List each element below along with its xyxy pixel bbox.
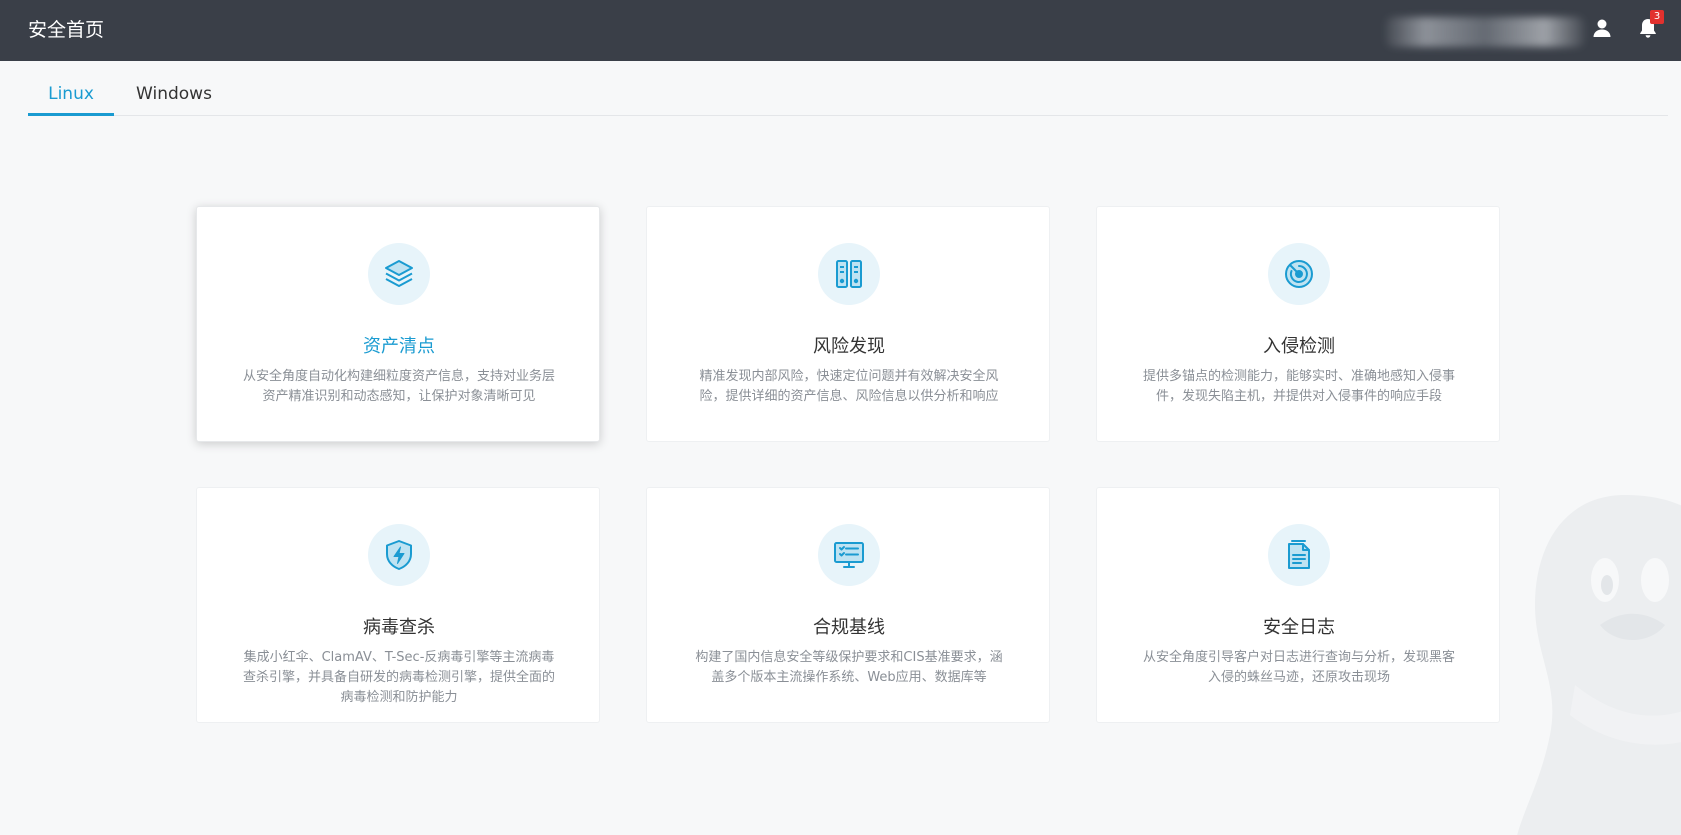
layers-icon	[385, 260, 413, 287]
page-title: 安全首页	[28, 19, 105, 41]
card-title: 风险发现	[813, 336, 885, 357]
tab-windows[interactable]: Windows	[124, 84, 224, 116]
os-tabs: Linux Windows	[28, 74, 1668, 116]
penguin-watermark	[1517, 495, 1681, 835]
card-description: 构建了国内信息安全等级保护要求和CIS基准要求，涵盖多个版本主流操作系统、Web…	[695, 650, 1003, 685]
user-icon[interactable]	[1590, 16, 1614, 40]
card-description: 提供多锚点的检测能力，能够实时、准确地感知入侵事件，发现失陷主机，并提供对入侵事…	[1142, 369, 1455, 404]
top-bar: 安全首页 3	[0, 0, 1681, 61]
card-description: 精准发现内部风险，快速定位问题并有效解决安全风险，提供详细的资产信息、风险信息以…	[699, 369, 999, 404]
radar-icon	[1285, 260, 1313, 288]
card-icon-badge	[1268, 243, 1330, 305]
card-title: 资产清点	[363, 336, 435, 357]
user-name-blurred[interactable]	[1385, 17, 1585, 47]
card-icon-badge	[368, 524, 430, 586]
card-risk-discovery[interactable]: 风险发现 精准发现内部风险，快速定位问题并有效解决安全风险，提供详细的资产信息、…	[646, 206, 1050, 442]
card-description: 从安全角度引导客户对日志进行查询与分析，发现黑客入侵的蛛丝马迹，还原攻击现场	[1142, 650, 1455, 685]
card-title: 入侵检测	[1263, 336, 1335, 357]
shield-bolt-icon	[386, 540, 412, 570]
card-asset-inventory[interactable]: 资产清点 从安全角度自动化构建细粒度资产信息，支持对业务层资产精准识别和动态感知…	[196, 206, 600, 442]
card-icon-badge	[1268, 524, 1330, 586]
notifications-button[interactable]: 3	[1636, 10, 1664, 40]
card-icon-badge	[818, 524, 880, 586]
card-description: 从安全角度自动化构建细粒度资产信息，支持对业务层资产精准识别和动态感知，让保护对…	[242, 369, 555, 404]
card-intrusion-detection[interactable]: 入侵检测 提供多锚点的检测能力，能够实时、准确地感知入侵事件，发现失陷主机，并提…	[1096, 206, 1500, 442]
card-icon-badge	[368, 243, 430, 305]
card-title: 合规基线	[813, 617, 885, 638]
monitor-checklist-icon	[834, 542, 864, 568]
card-icon-badge	[818, 243, 880, 305]
card-virus-scan[interactable]: 病毒查杀 集成小红伞、ClamAV、T-Sec-反病毒引擎等主流病毒查杀引擎，并…	[196, 487, 600, 723]
card-title: 病毒查杀	[363, 617, 435, 638]
card-security-log[interactable]: 安全日志 从安全角度引导客户对日志进行查询与分析，发现黑客入侵的蛛丝马迹，还原攻…	[1096, 487, 1500, 723]
server-icon	[836, 260, 862, 288]
document-icon	[1288, 540, 1310, 569]
card-description: 集成小红伞、ClamAV、T-Sec-反病毒引擎等主流病毒查杀引擎，并具备自研发…	[242, 650, 555, 705]
tab-linux[interactable]: Linux	[28, 84, 114, 116]
card-compliance-baseline[interactable]: 合规基线 构建了国内信息安全等级保护要求和CIS基准要求，涵盖多个版本主流操作系…	[646, 487, 1050, 723]
notification-badge: 3	[1650, 10, 1664, 24]
card-title: 安全日志	[1263, 617, 1335, 638]
